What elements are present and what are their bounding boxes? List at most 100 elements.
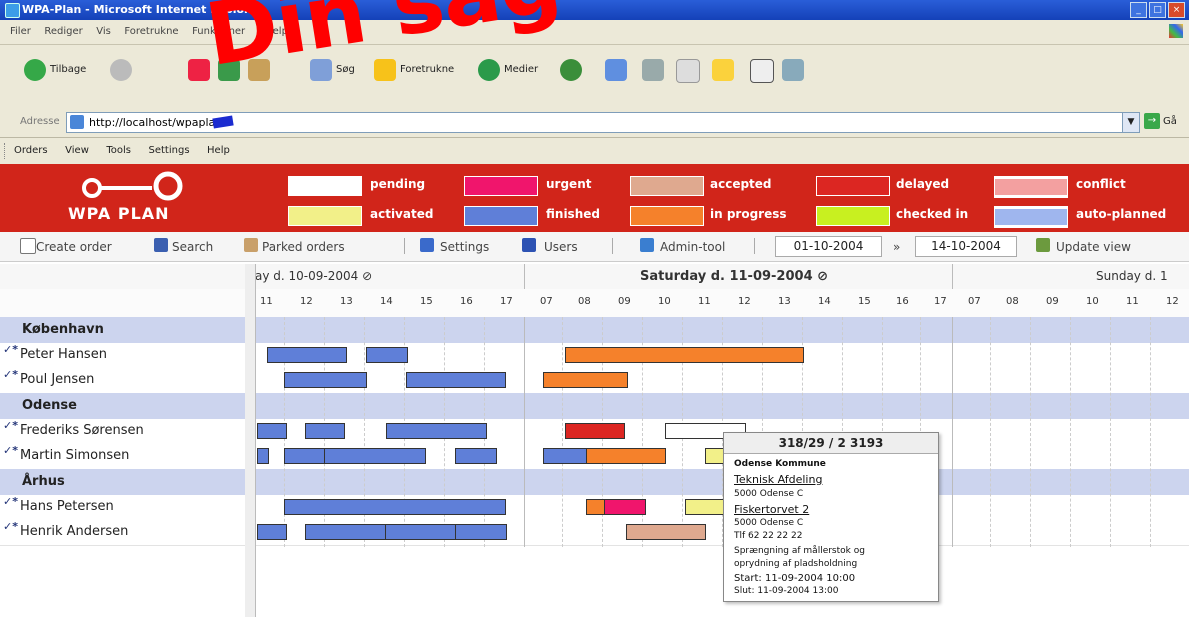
mail-icon[interactable] — [605, 59, 627, 81]
order-bar[interactable] — [305, 423, 345, 439]
go-button[interactable]: Gå — [1163, 116, 1177, 127]
discuss-icon[interactable] — [750, 59, 774, 83]
search-button[interactable]: Search — [172, 240, 213, 254]
go-arrow-icon[interactable]: → — [1144, 113, 1160, 129]
hour-label: 16 — [460, 296, 473, 307]
order-bar[interactable] — [626, 524, 706, 540]
resource-column — [0, 264, 246, 617]
day-label[interactable]: Sunday d. 1 — [1096, 269, 1168, 283]
minimize-button[interactable]: _ — [1130, 2, 1147, 18]
legend-label-pending: pending — [370, 177, 426, 191]
order-bar[interactable] — [543, 448, 588, 464]
order-bar[interactable] — [257, 423, 287, 439]
legend-swatch-pending — [288, 176, 362, 196]
date-to-field[interactable]: 14-10-2004 — [915, 236, 1017, 257]
hour-label: 16 — [896, 296, 909, 307]
chevron-down-icon[interactable]: ▼ — [1122, 113, 1139, 132]
legend-swatch-auto-planned — [994, 206, 1068, 228]
forward-icon[interactable] — [110, 59, 132, 81]
messenger-icon[interactable] — [782, 59, 804, 81]
hour-label: 15 — [858, 296, 871, 307]
menu-orders[interactable]: Orders — [14, 145, 48, 156]
order-bar[interactable] — [455, 524, 507, 540]
legend-swatch-conflict — [994, 176, 1068, 198]
menu-tools[interactable]: Tools — [106, 145, 131, 156]
menu-file[interactable]: Filer — [10, 26, 31, 37]
order-bar[interactable] — [267, 347, 347, 363]
order-bar[interactable] — [565, 347, 804, 363]
order-bar[interactable] — [385, 524, 456, 540]
grid-line — [990, 317, 991, 547]
users-icon[interactable] — [522, 238, 536, 252]
order-bar[interactable] — [685, 499, 725, 515]
parked-orders-button[interactable]: Parked orders — [262, 240, 345, 254]
order-bar[interactable] — [284, 448, 326, 464]
close-button[interactable]: × — [1168, 2, 1185, 18]
order-bar[interactable] — [284, 372, 367, 388]
favorites-icon[interactable] — [374, 59, 396, 81]
admin-tool-button[interactable]: Admin-tool — [660, 240, 725, 254]
legend-label-urgent: urgent — [546, 177, 592, 191]
users-button[interactable]: Users — [544, 240, 578, 254]
order-bar[interactable] — [565, 423, 625, 439]
back-label[interactable]: Tilbage — [50, 64, 86, 75]
hour-label: 07 — [968, 296, 981, 307]
history-icon[interactable] — [560, 59, 582, 81]
order-bar[interactable] — [305, 524, 387, 540]
order-bar[interactable] — [406, 372, 506, 388]
update-icon[interactable] — [1036, 238, 1050, 252]
order-bar[interactable] — [455, 448, 497, 464]
admin-icon[interactable] — [640, 238, 654, 252]
order-bar[interactable] — [604, 499, 646, 515]
order-bar[interactable] — [324, 448, 426, 464]
settings-button[interactable]: Settings — [440, 240, 489, 254]
date-from-field[interactable]: 01-10-2004 — [775, 236, 882, 257]
back-icon[interactable] — [24, 59, 46, 81]
parked-icon[interactable] — [244, 238, 258, 252]
order-bar[interactable] — [586, 499, 606, 515]
document-icon[interactable] — [20, 238, 36, 254]
order-bar[interactable] — [586, 448, 666, 464]
tooltip-line: Start: 11-09-2004 10:00 — [734, 573, 856, 584]
menu-favorites[interactable]: Foretrukne — [124, 26, 178, 37]
order-bar[interactable] — [257, 524, 287, 540]
order-bar[interactable] — [386, 423, 487, 439]
day-label[interactable]: ay d. 10-09-2004 ⊘ — [255, 269, 372, 283]
folder-icon[interactable] — [712, 59, 734, 81]
address-bar: Adresse http://localhost/wpaplan ▼ → Gå — [0, 107, 1189, 138]
edit-icon[interactable] — [676, 59, 700, 83]
day-divider — [524, 264, 525, 289]
maximize-button[interactable]: □ — [1149, 2, 1166, 18]
order-bar[interactable] — [257, 448, 269, 464]
hour-label: 09 — [1046, 296, 1059, 307]
search-binoculars-icon[interactable] — [154, 238, 168, 252]
menu-help[interactable]: Help — [207, 145, 230, 156]
order-bar[interactable] — [366, 347, 408, 363]
hour-label: 12 — [1166, 296, 1179, 307]
hour-label: 11 — [698, 296, 711, 307]
splitter[interactable] — [245, 264, 256, 617]
settings-icon[interactable] — [420, 238, 434, 252]
order-bar[interactable] — [284, 499, 506, 515]
media-icon[interactable] — [478, 59, 500, 81]
menu-view[interactable]: View — [65, 145, 89, 156]
legend-label-auto-planned: auto-planned — [1076, 207, 1167, 221]
hour-label: 13 — [778, 296, 791, 307]
print-icon[interactable] — [642, 59, 664, 81]
tooltip-line: Odense Kommune — [734, 459, 826, 469]
hour-label: 08 — [578, 296, 591, 307]
menu-edit[interactable]: Rediger — [44, 26, 82, 37]
update-view-button[interactable]: Update view — [1056, 240, 1131, 254]
favorites-label[interactable]: Foretrukne — [400, 64, 454, 75]
order-bar[interactable] — [543, 372, 628, 388]
media-label[interactable]: Medier — [504, 64, 538, 75]
date-range-arrow: » — [893, 240, 901, 254]
create-order-button[interactable]: Create order — [36, 240, 112, 254]
day-label[interactable]: Saturday d. 11-09-2004 ⊘ — [640, 269, 828, 284]
menu-settings[interactable]: Settings — [149, 145, 190, 156]
legend-label-accepted: accepted — [710, 177, 772, 191]
stop-icon[interactable] — [188, 59, 210, 81]
menu-view[interactable]: Vis — [96, 26, 111, 37]
address-url[interactable]: http://localhost/wpaplan — [89, 116, 222, 129]
hour-label: 07 — [540, 296, 553, 307]
